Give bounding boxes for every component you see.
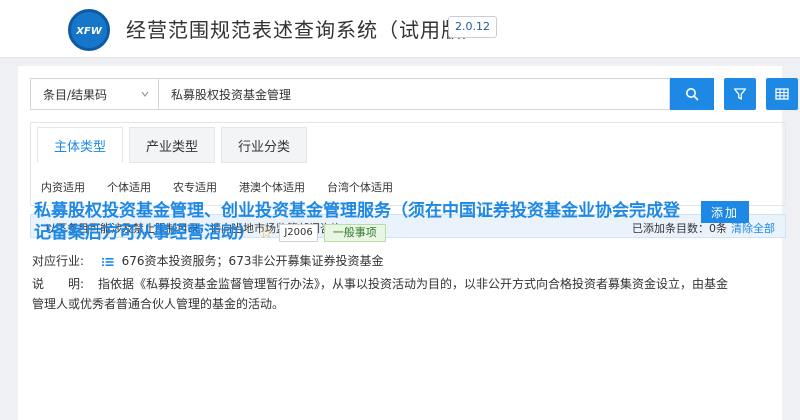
- description-text: 指依据《私募投资基金监督管理暂行办法》，从事以投资活动为目的，以非公开方式向合格…: [32, 277, 729, 311]
- description-block: 说 明: 指依据《私募投资基金监督管理暂行办法》，从事以投资活动为目的，以非公开方…: [32, 274, 732, 314]
- search-row: 条目/结果码: [30, 78, 798, 110]
- logo-mark-icon: XFW: [75, 26, 103, 37]
- app-header: XFW 经营范围规范表述查询系统（试用版） 2.0.12: [0, 0, 800, 58]
- version-badge: 2.0.12: [448, 16, 497, 38]
- subtype-domestic[interactable]: 内资适用: [41, 179, 85, 195]
- app-title: 经营范围规范表述查询系统（试用版）: [126, 18, 483, 42]
- tab-industry-classification[interactable]: 行业分类: [221, 127, 308, 163]
- result-code-badge: J2006: [279, 224, 318, 242]
- logo: XFW: [68, 9, 110, 51]
- table-icon: [775, 88, 789, 100]
- search-type-select[interactable]: 条目/结果码: [30, 78, 158, 110]
- table-view-button[interactable]: [766, 78, 798, 110]
- subtype-hk-macau[interactable]: 港澳个体适用: [239, 179, 305, 195]
- filter-button[interactable]: [724, 78, 756, 110]
- search-input[interactable]: [158, 78, 670, 110]
- star-icon[interactable]: ☆: [259, 222, 273, 244]
- chevron-down-icon: [141, 91, 149, 97]
- svg-text:XFW: XFW: [75, 26, 103, 37]
- result-type-badge: 一般事项: [323, 224, 386, 242]
- industry-value: 676资本投资服务；673非公开募集证券投资基金: [121, 254, 384, 268]
- clear-all-link[interactable]: 清除全部: [731, 222, 775, 235]
- description-label: 说 明:: [32, 277, 85, 291]
- subtype-taiwan[interactable]: 台湾个体适用: [327, 179, 393, 195]
- tab-entity-type[interactable]: 主体类型: [37, 127, 124, 163]
- list-icon: [101, 257, 114, 266]
- subtype-individual[interactable]: 个体适用: [107, 179, 151, 195]
- category-tabs: 主体类型 产业类型 行业分类: [37, 127, 313, 163]
- search-button[interactable]: [670, 78, 714, 110]
- entity-subtype-list: 内资适用 个体适用 农专适用 港澳个体适用 台湾个体适用: [41, 179, 415, 195]
- subtype-farmer-coop[interactable]: 农专适用: [173, 179, 217, 195]
- tab-industry-type[interactable]: 产业类型: [129, 127, 216, 163]
- result-title[interactable]: 私募股权投资基金管理、创业投资基金管理服务（须在中国证券投资基金业协会完成登记备…: [34, 200, 684, 244]
- added-count: 0条: [709, 222, 727, 235]
- add-button[interactable]: 添加: [701, 201, 749, 223]
- industry-row: 对应行业: 676资本投资服务；673非公开募集证券投资基金: [32, 251, 383, 271]
- filter-icon: [733, 88, 747, 100]
- search-type-value: 条目/结果码: [43, 87, 108, 102]
- industry-label: 对应行业:: [32, 254, 85, 268]
- search-icon: [686, 88, 699, 101]
- result-meta: ☆ J2006 一般事项: [259, 222, 386, 244]
- category-tabs-box: 主体类型 产业类型 行业分类 内资适用 个体适用 农专适用 港澳个体适用 台湾个…: [30, 122, 786, 206]
